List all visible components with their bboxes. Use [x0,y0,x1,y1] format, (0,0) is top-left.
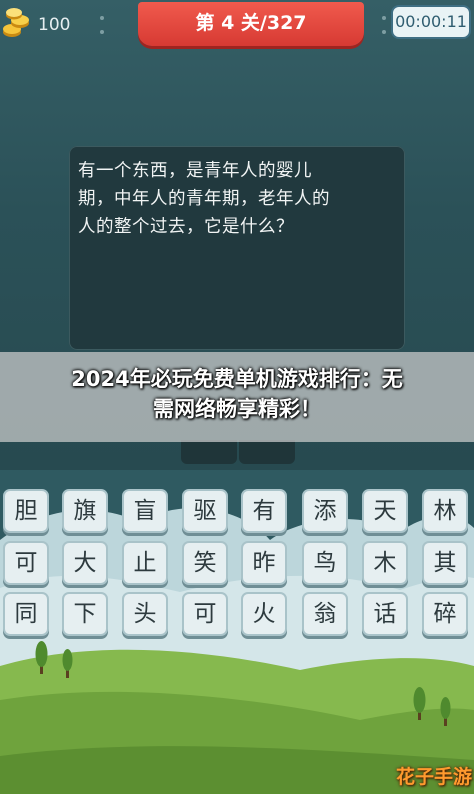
character-tile[interactable]: 旗 [62,489,108,533]
character-tile[interactable]: 翁 [302,592,348,636]
overlay-title-line: 需网络畅享精彩！ [153,397,321,421]
character-tile[interactable]: 止 [122,541,168,585]
character-tile[interactable]: 林 [422,489,468,533]
character-tile[interactable]: 添 [302,489,348,533]
decor-dot [100,30,104,34]
question-line: 人的整个过去，它是什么？ [78,217,294,237]
timer: 00:00:11 [391,5,471,39]
decor-dot [382,16,386,20]
overlay-title: 2024年必玩免费单机游戏排行：无 需网络畅享精彩！ [24,364,450,424]
watermark-logo: 花子手游 [395,766,472,788]
level-banner: 第 4 关/327 [138,2,364,46]
character-tile[interactable]: 头 [122,592,168,636]
question-line: 有一个东西，是青年人的婴儿 [78,161,312,181]
character-tile[interactable]: 可 [182,592,228,636]
character-tile[interactable]: 同 [3,592,49,636]
question-line: 期，中年人的青年期，老年人的 [78,189,330,209]
character-tile[interactable]: 话 [362,592,408,636]
character-tile[interactable]: 碎 [422,592,468,636]
character-tile[interactable]: 胆 [3,489,49,533]
decor-dot [100,16,104,20]
character-tile[interactable]: 昨 [241,541,287,585]
character-tile[interactable]: 鸟 [302,541,348,585]
character-tile[interactable]: 下 [62,592,108,636]
coin-stack-icon [3,8,29,37]
character-tile[interactable]: 盲 [122,489,168,533]
character-tile[interactable]: 有 [241,489,287,533]
character-tile[interactable]: 驱 [182,489,228,533]
character-tile[interactable]: 其 [422,541,468,585]
character-tile[interactable]: 火 [241,592,287,636]
character-tile[interactable]: 天 [362,489,408,533]
coin-count: 100 [38,15,71,35]
answer-slot[interactable] [239,440,295,464]
character-tile[interactable]: 可 [3,541,49,585]
character-tile[interactable]: 笑 [182,541,228,585]
question-text: 有一个东西，是青年人的婴儿 期，中年人的青年期，老年人的 人的整个过去，它是什么… [78,157,400,241]
character-tile[interactable]: 木 [362,541,408,585]
overlay-title-line: 2024年必玩免费单机游戏排行：无 [71,367,403,391]
answer-slot[interactable] [181,440,237,464]
character-tile[interactable]: 大 [62,541,108,585]
decor-dot [382,30,386,34]
